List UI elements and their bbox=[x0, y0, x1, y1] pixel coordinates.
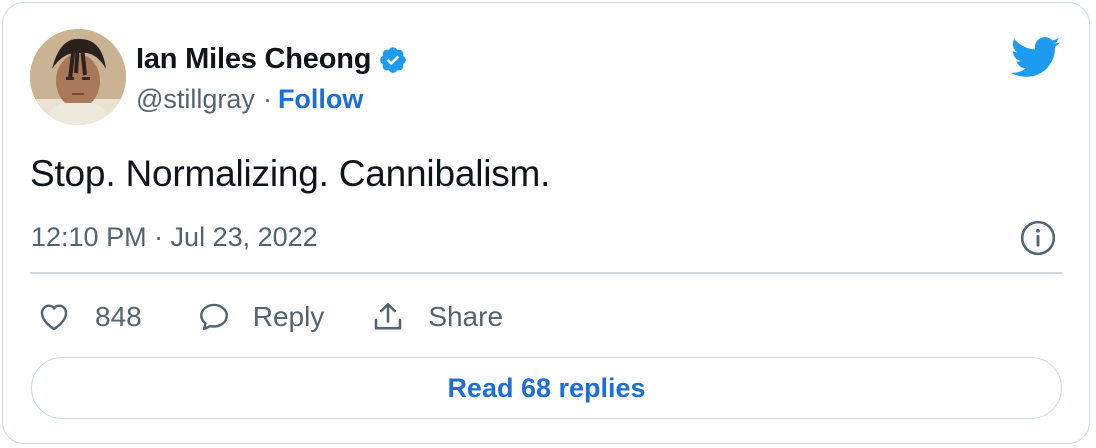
info-icon[interactable] bbox=[1019, 219, 1057, 262]
reply-button[interactable]: Reply bbox=[197, 300, 325, 334]
avatar[interactable] bbox=[30, 29, 126, 125]
like-button[interactable]: 848 bbox=[37, 300, 142, 334]
reply-label: Reply bbox=[252, 301, 325, 332]
tweet-timestamp[interactable]: 12:10 PM · Jul 23, 2022 bbox=[31, 222, 318, 253]
share-upload-icon bbox=[375, 302, 402, 330]
avatar-image bbox=[30, 29, 126, 125]
read-replies-button[interactable]: Read 68 replies bbox=[31, 357, 1062, 419]
author-name-row: Ian Miles Cheong bbox=[136, 43, 408, 76]
speech-bubble-icon bbox=[199, 303, 228, 331]
follow-button[interactable]: Follow bbox=[278, 84, 363, 115]
share-button[interactable]: Share bbox=[370, 299, 503, 335]
author-handle[interactable]: @stillgray bbox=[136, 84, 255, 115]
tweet-text: Stop. Normalizing. Cannibalism. bbox=[30, 153, 551, 194]
twitter-bird-icon[interactable] bbox=[1010, 37, 1061, 84]
tweet-embed-card: Ian Miles Cheong @stillgray · Follow Sto… bbox=[2, 2, 1090, 444]
verified-badge-icon bbox=[378, 45, 408, 75]
author-display-name[interactable]: Ian Miles Cheong bbox=[136, 43, 371, 76]
author-handle-row: @stillgray · Follow bbox=[136, 84, 363, 115]
like-count: 848 bbox=[95, 301, 142, 332]
tweet-actions-bar: 848 Reply Share bbox=[37, 299, 503, 335]
divider bbox=[30, 272, 1062, 274]
separator-dot: · bbox=[262, 84, 272, 114]
heart-icon bbox=[40, 304, 68, 331]
share-label: Share bbox=[428, 301, 504, 332]
